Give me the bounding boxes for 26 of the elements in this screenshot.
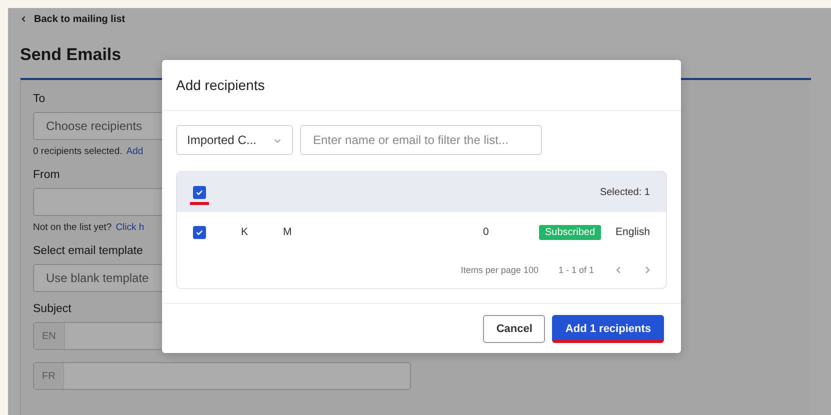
field-label: To xyxy=(33,92,46,107)
cancel-button[interactable]: Cancel xyxy=(483,314,546,342)
items-per-page: Items per page 100 xyxy=(460,265,538,275)
table-cell-text: K xyxy=(240,226,250,238)
field-label: Select email template xyxy=(33,244,144,259)
back-icon xyxy=(20,15,28,23)
filter-input[interactable]: Enter name or email to filter the list... xyxy=(300,125,542,155)
status-badge: Subscribed xyxy=(539,224,602,240)
dialog-title: Add recipients xyxy=(176,77,265,93)
add-button[interactable]: Add 1 recipients xyxy=(552,314,664,342)
selected-count: Selected: 1 xyxy=(600,186,650,198)
checkbox[interactable] xyxy=(193,186,206,198)
checkbox[interactable] xyxy=(193,226,206,238)
add-link[interactable]: Add xyxy=(126,146,144,157)
table-cell: English xyxy=(616,226,650,238)
click-link[interactable]: Click h xyxy=(116,222,144,233)
page-range: 1 - 1 of 1 xyxy=(558,265,594,275)
check-icon xyxy=(195,188,204,196)
table-cell-text: M xyxy=(283,226,293,238)
field-label: From xyxy=(33,168,61,183)
check-icon xyxy=(195,228,204,236)
back-link[interactable]: Back to mailing list xyxy=(20,12,831,26)
field-label: Subject xyxy=(33,302,72,317)
page-title: Send Emails xyxy=(20,44,122,66)
list-select[interactable]: Imported C... xyxy=(176,125,293,155)
table-cell-text: 0 xyxy=(483,226,490,238)
